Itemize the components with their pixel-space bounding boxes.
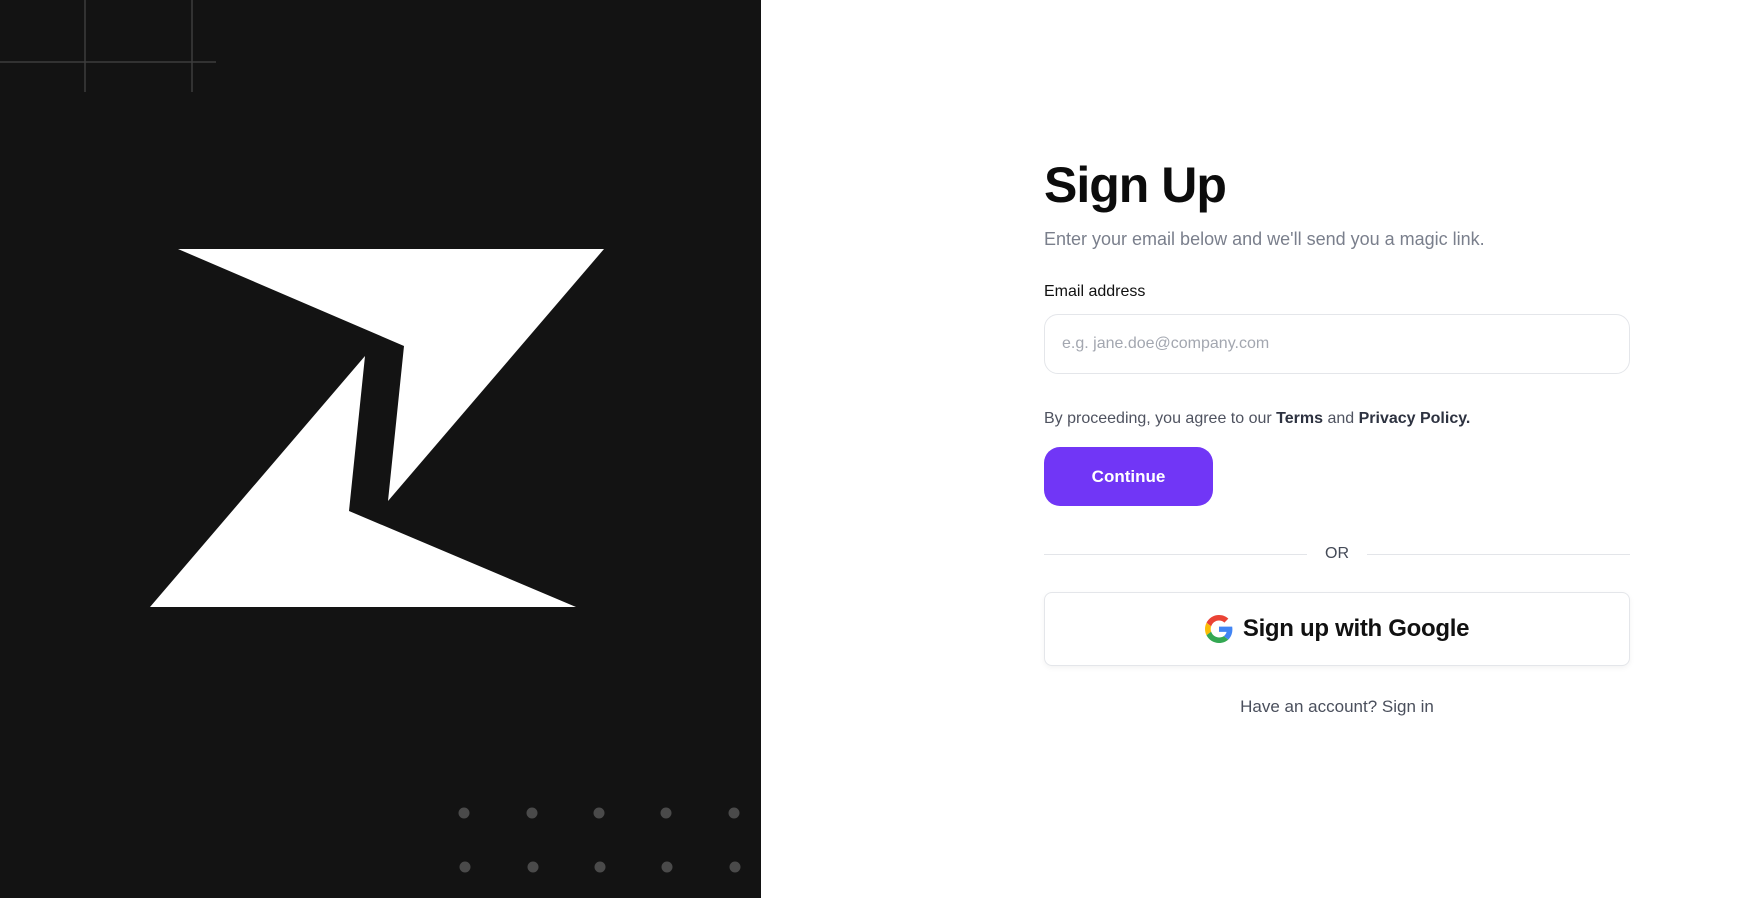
consent-prefix: By proceeding, you agree to our — [1044, 410, 1277, 427]
signin-prompt: Have an account? Sign in — [1044, 696, 1630, 718]
google-icon — [1204, 615, 1233, 643]
privacy-policy-link[interactable]: Privacy Policy. — [1359, 410, 1471, 427]
consent-and: and — [1323, 410, 1359, 427]
brand-panel — [0, 0, 761, 898]
or-divider: OR — [1044, 544, 1630, 564]
divider-line-left — [1044, 553, 1307, 555]
lightning-z-logo-icon — [150, 249, 604, 607]
email-label: Email address — [1044, 283, 1146, 300]
signin-prompt-text: Have an account? — [1240, 697, 1382, 716]
divider-label: OR — [1325, 545, 1349, 562]
grid-lines-decoration — [0, 0, 216, 92]
consent-text: By proceeding, you agree to our Terms an… — [1044, 409, 1630, 429]
signup-page: Sign Up Enter your email below and we'll… — [0, 0, 1752, 898]
form-panel: Sign Up Enter your email below and we'll… — [761, 0, 1752, 898]
terms-link[interactable]: Terms — [1276, 410, 1323, 427]
signin-link[interactable]: Sign in — [1382, 697, 1434, 716]
continue-button[interactable]: Continue — [1044, 447, 1213, 506]
signup-form: Sign Up Enter your email below and we'll… — [1044, 155, 1630, 718]
google-signup-button[interactable]: Sign up with Google — [1044, 592, 1630, 666]
divider-line-right — [1367, 553, 1630, 555]
email-input[interactable] — [1044, 314, 1630, 374]
google-button-label: Sign up with Google — [1242, 615, 1470, 642]
page-title: Sign Up — [1044, 157, 1227, 213]
dots-decoration — [458, 807, 741, 873]
page-subtitle: Enter your email below and we'll send yo… — [1044, 229, 1485, 249]
